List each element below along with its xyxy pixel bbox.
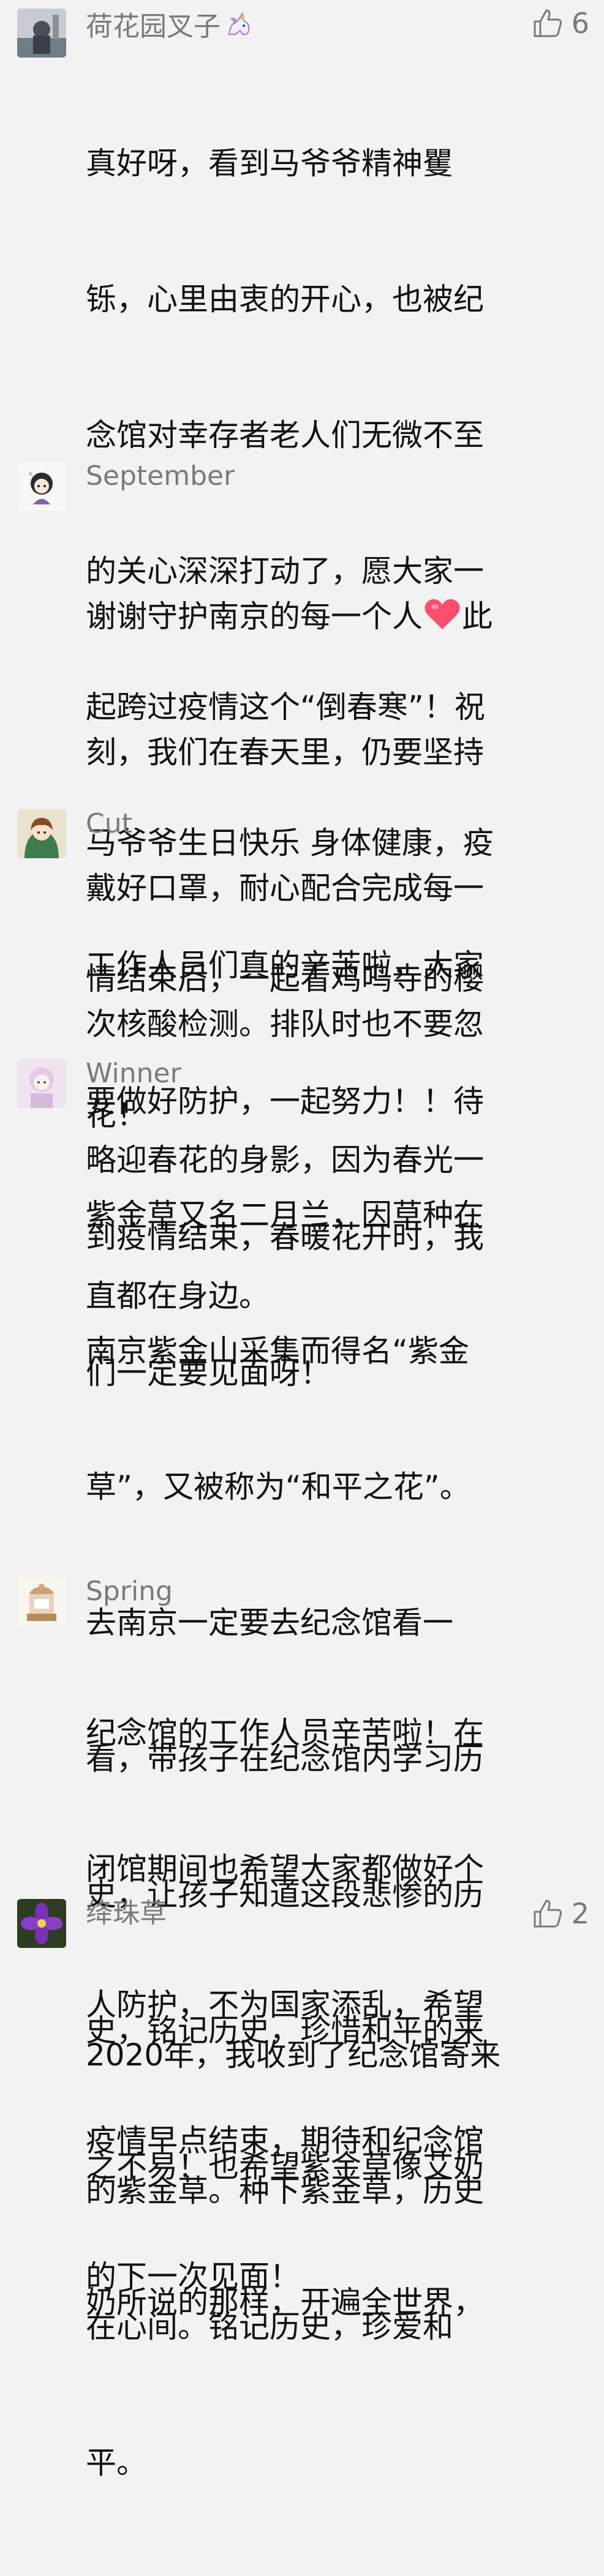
nickname[interactable]: 绛珠草: [86, 1900, 167, 1927]
avatar-image: [17, 462, 66, 511]
comment-item: 绛珠草 2 2020年，我收到了纪念馆寄来 的紫金草。种下紫金草，历史 在心间。…: [0, 1892, 604, 2481]
comment-item: September 谢谢守护南京的每一个人此 刻，我们在春天里，仍要坚持 戴好口…: [0, 453, 604, 1314]
nickname-text: 绛珠草: [86, 1898, 167, 1929]
unicorn-icon: [228, 12, 250, 36]
text-line: 2020年，我收到了纪念馆寄来: [86, 2037, 501, 2073]
text-line: 谢谢守护南京的每一个人 此: [86, 594, 588, 639]
avatar[interactable]: [17, 1899, 66, 1948]
comment-text: 2020年，我收到了纪念馆寄来 的紫金草。种下紫金草，历史 在心间。铭记历史，珍…: [86, 1942, 588, 2576]
avatar-image: [17, 809, 66, 858]
text-line: 纪念馆的工作人员辛苦啦！在: [86, 1715, 484, 1751]
comment-item: Spring 纪念馆的工作人员辛苦啦！在 闭馆期间也希望大家都做好个 人防护，不…: [0, 1561, 604, 2294]
like-button[interactable]: 2: [531, 1895, 589, 1932]
nickname[interactable]: Cut: [86, 811, 132, 837]
thumbs-up-icon: [534, 9, 562, 37]
nickname[interactable]: Winner: [86, 1060, 181, 1087]
text-line: 紫金草又名二月兰，因草种在: [86, 1197, 484, 1233]
nickname[interactable]: September: [86, 463, 235, 490]
text-line: 南京紫金山采集而得名“紫金: [86, 1333, 469, 1369]
avatar-image: [17, 9, 66, 58]
text-line: 的紫金草。种下紫金草，历史: [86, 2173, 484, 2209]
avatar-image: [17, 1899, 66, 1948]
avatar[interactable]: [17, 1059, 66, 1108]
avatar[interactable]: [17, 9, 66, 58]
like-button[interactable]: 6: [531, 5, 589, 42]
avatar[interactable]: [17, 462, 66, 511]
avatar[interactable]: [17, 1577, 66, 1626]
nickname[interactable]: 荷花园叉子: [86, 10, 254, 40]
text-segment: 此: [462, 599, 493, 634]
text-line: 念馆对幸存者老人们无微不至: [86, 417, 484, 453]
nickname-text: Winner: [86, 1058, 181, 1089]
comment-item: Winner 紫金草又名二月兰，因草种在 南京紫金山采集而得名“紫金 草”，又被…: [0, 1047, 604, 2320]
nickname-text: Spring: [86, 1576, 173, 1607]
text-line: 平。: [86, 2445, 147, 2481]
text-segment: 谢谢守护南京的每一个人: [86, 599, 423, 634]
text-line: 在心间。铭记历史，珍爱和: [86, 2309, 453, 2345]
text-line: 真好呀，看到马爷爷精神矍: [86, 146, 453, 181]
comment-item: 荷花园叉子 6 真好呀，看到马爷爷精神矍 铄，心里由衷的开心，也被纪 念馆对幸存…: [0, 0, 604, 1133]
avatar-image: [17, 1059, 66, 1108]
like-count: 2: [571, 1897, 589, 1930]
nickname-text: 荷花园叉子: [86, 11, 221, 42]
avatar-image: [17, 1577, 66, 1626]
text-line: 刻，我们在春天里，仍要坚持: [86, 735, 484, 770]
thumbs-up-icon: [534, 1900, 562, 1928]
nickname-text: Cut: [86, 808, 132, 839]
nickname-text: September: [86, 460, 235, 492]
avatar[interactable]: [17, 809, 66, 858]
text-line: 草”，又被称为“和平之花”。: [86, 1469, 470, 1505]
text-line: 铄，心里由衷的开心，也被纪: [86, 282, 484, 317]
nickname[interactable]: Spring: [86, 1578, 173, 1605]
like-count: 6: [571, 7, 589, 40]
text-line: 工作人员们真的辛苦啦，大家: [86, 948, 484, 983]
comment-item: Cut 工作人员们真的辛苦啦，大家 要做好防护，一起努力！！待 到疫情结束，春暖…: [0, 796, 604, 1391]
heart-emoji-icon: [425, 599, 460, 629]
text-line: 闭馆期间也希望大家都做好个: [86, 1851, 484, 1887]
